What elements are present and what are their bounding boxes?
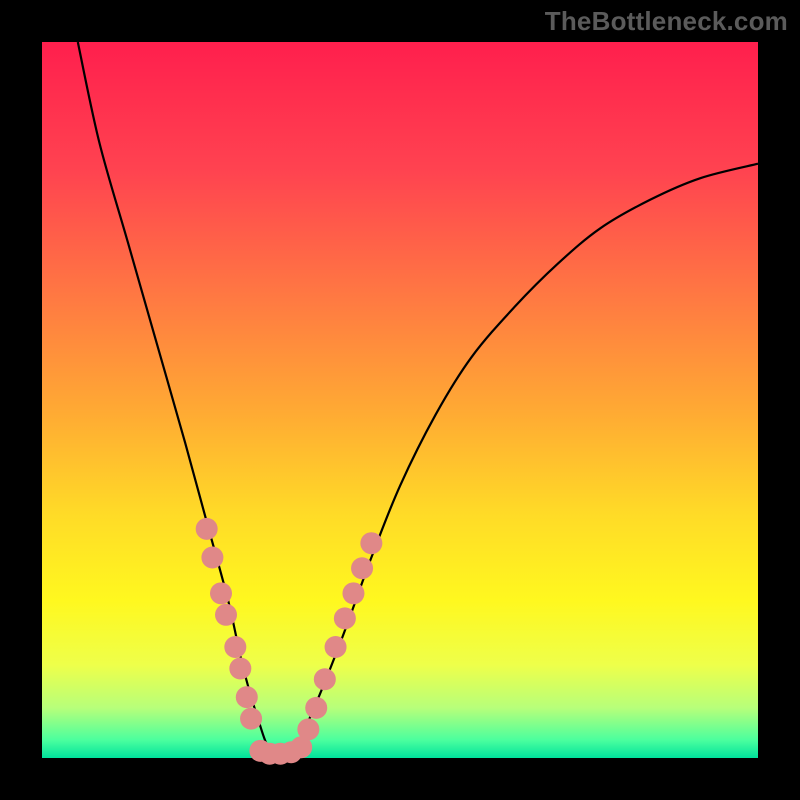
- highlight-dot: [305, 697, 327, 719]
- highlight-dot: [342, 582, 364, 604]
- plot-background: [42, 42, 758, 758]
- highlight-dot: [314, 668, 336, 690]
- highlight-dot: [210, 582, 232, 604]
- highlight-dot: [360, 532, 382, 554]
- highlight-dot: [215, 604, 237, 626]
- highlight-dot: [196, 518, 218, 540]
- highlight-dot: [334, 607, 356, 629]
- highlight-dot: [201, 547, 223, 569]
- highlight-dot: [229, 658, 251, 680]
- bottleneck-chart: [0, 0, 800, 800]
- highlight-dot: [224, 636, 246, 658]
- highlight-dot: [325, 636, 347, 658]
- highlight-dot: [240, 708, 262, 730]
- highlight-dot: [351, 557, 373, 579]
- highlight-dot: [297, 718, 319, 740]
- watermark-text: TheBottleneck.com: [545, 6, 788, 37]
- highlight-dot: [236, 686, 258, 708]
